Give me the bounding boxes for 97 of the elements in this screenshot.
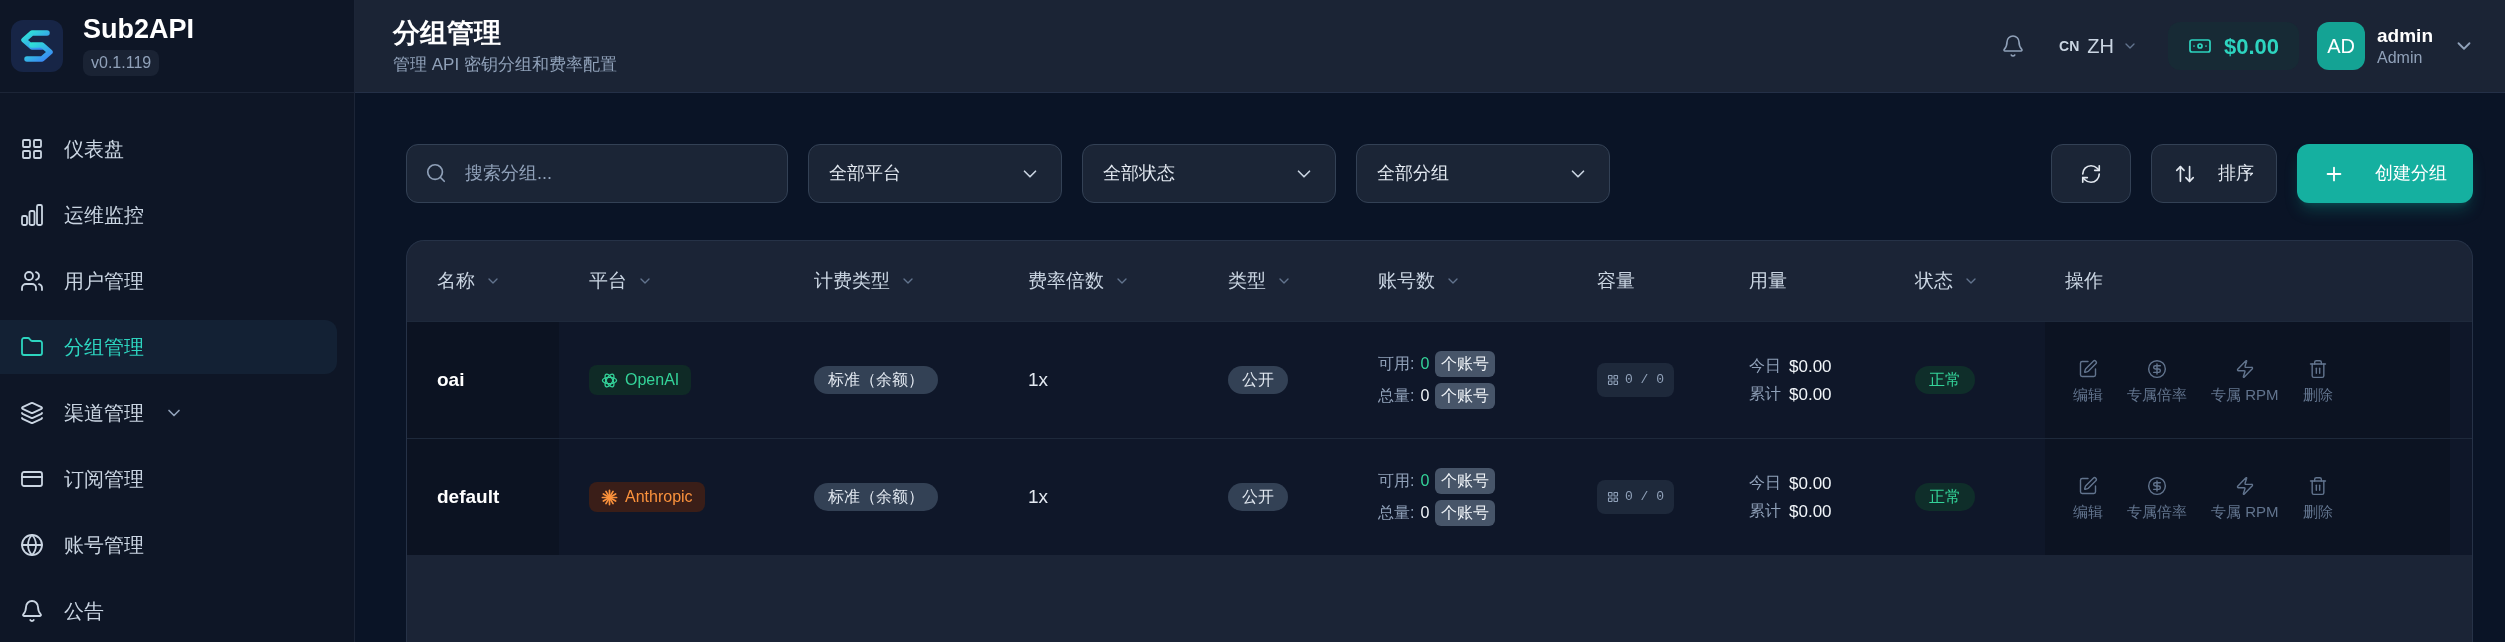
sidebar-item[interactable]: 用户管理 <box>0 254 337 308</box>
column-header[interactable]: 类型 <box>1228 266 1292 296</box>
account-label: 可用: <box>1378 356 1415 372</box>
account-count: 0 <box>1420 473 1430 489</box>
visibility-tag: 公开 <box>1228 483 1288 511</box>
grid-icon <box>1607 374 1619 386</box>
usage-label: 今日 <box>1749 475 1781 491</box>
billing-type-tag: 标准（余额） <box>814 483 938 511</box>
status-tag: 正常 <box>1915 366 1975 394</box>
sidebar-item[interactable]: 账号管理 <box>0 518 337 572</box>
sort-button[interactable]: 排序 <box>2151 144 2277 203</box>
column-header[interactable]: 平台 <box>589 266 653 296</box>
bell-icon <box>20 599 44 623</box>
balance-display[interactable]: $0.00 <box>2168 22 2300 70</box>
users-icon <box>20 269 44 293</box>
version-tag: v0.1.119 <box>83 50 160 76</box>
column-header[interactable]: 费率倍数 <box>1028 266 1130 296</box>
edit-button[interactable]: 编辑 <box>2073 475 2103 519</box>
trash-icon <box>2307 358 2328 379</box>
unit-tag: 个账号 <box>1435 468 1496 494</box>
column-header: 操作 <box>2065 268 2103 293</box>
account-count: 0 <box>1420 505 1430 521</box>
column-header: 用量 <box>1749 268 1787 293</box>
rate-button[interactable]: 专属倍率 <box>2127 475 2187 519</box>
lightning-icon <box>2234 358 2255 379</box>
capacity-value: 0 / 0 <box>1625 488 1664 507</box>
sidebar-item[interactable]: 仪表盘 <box>0 122 337 176</box>
filter-dropdown[interactable]: 全部平台 <box>808 144 1062 203</box>
filter-dropdown[interactable]: 全部状态 <box>1082 144 1336 203</box>
usage-value: $0.00 <box>1789 385 1832 403</box>
account-count: 0 <box>1420 356 1430 372</box>
bar-chart-icon <box>20 203 44 227</box>
rosette-icon <box>601 371 618 389</box>
column-header[interactable]: 状态 <box>1915 266 1979 296</box>
sidebar-item[interactable]: 订阅管理 <box>0 452 337 506</box>
rpm-button[interactable]: 专属 RPM <box>2211 475 2279 519</box>
platform-label: OpenAI <box>625 372 680 388</box>
usage-label: 今日 <box>1749 358 1781 374</box>
status-tag: 正常 <box>1915 483 1975 511</box>
layers-icon <box>20 401 44 425</box>
sidebar-item[interactable]: 公告 <box>0 584 337 638</box>
name-cell: oai <box>407 322 559 438</box>
sidebar-item[interactable]: 分组管理 <box>0 320 337 374</box>
rate-text: 1x <box>1028 484 1049 509</box>
usage-value: $0.00 <box>1789 357 1832 375</box>
search-icon <box>425 162 447 184</box>
delete-button[interactable]: 删除 <box>2302 475 2333 519</box>
refresh-icon <box>2080 162 2102 185</box>
account-label: 总量: <box>1378 388 1415 404</box>
rpm-button[interactable]: 专属 RPM <box>2211 358 2279 402</box>
name-cell: default <box>407 439 559 555</box>
sidebar-item[interactable]: 运维监控 <box>0 188 337 242</box>
grid-icon <box>20 137 44 161</box>
unit-tag: 个账号 <box>1435 500 1496 526</box>
edit-button[interactable]: 编辑 <box>2073 358 2103 402</box>
column-header[interactable]: 名称 <box>437 266 501 296</box>
column-header[interactable]: 计费类型 <box>814 266 916 296</box>
dollar-icon <box>2147 358 2167 379</box>
search-field[interactable]: 搜索分组... <box>406 144 788 203</box>
starburst-icon <box>601 488 618 506</box>
user-role: Admin <box>2377 47 2424 68</box>
lightning-icon <box>2234 475 2255 496</box>
platform-label: Anthropic <box>625 489 693 505</box>
folder-icon <box>20 335 44 359</box>
rate-text: 1x <box>1028 367 1049 392</box>
column-header: 容量 <box>1597 268 1635 293</box>
pen-icon <box>2078 358 2098 379</box>
unit-tag: 个账号 <box>1435 351 1496 377</box>
globe-icon <box>20 533 44 557</box>
account-count: 0 <box>1420 388 1430 404</box>
rate-button[interactable]: 专属倍率 <box>2127 358 2187 402</box>
usage-label: 累计 <box>1749 503 1781 519</box>
pen-icon <box>2078 475 2098 496</box>
usage-value: $0.00 <box>1789 502 1832 520</box>
page-title: 分组管理 <box>393 19 502 47</box>
visibility-tag: 公开 <box>1228 366 1288 394</box>
column-header[interactable]: 账号数 <box>1378 266 1461 296</box>
logo-icon <box>11 20 63 72</box>
brand-name: Sub2API <box>83 16 195 43</box>
usage-value: $0.00 <box>1789 474 1832 492</box>
sidebar-item[interactable]: 渠道管理 <box>0 386 337 440</box>
page-subtitle: 管理 API 密钥分组和费率配置 <box>393 55 617 73</box>
account-label: 总量: <box>1378 505 1415 521</box>
trash-icon <box>2307 475 2328 496</box>
language-selector[interactable]: CN ZH <box>2059 31 2138 61</box>
filter-dropdown[interactable]: 全部分组 <box>1356 144 1610 203</box>
grid-icon <box>1607 491 1619 503</box>
billing-type-tag: 标准（余额） <box>814 366 938 394</box>
dollar-icon <box>2147 475 2167 496</box>
delete-button[interactable]: 删除 <box>2302 358 2333 402</box>
capacity-value: 0 / 0 <box>1625 371 1664 390</box>
account-label: 可用: <box>1378 473 1415 489</box>
unit-tag: 个账号 <box>1435 383 1496 409</box>
refresh-button[interactable] <box>2051 144 2131 203</box>
usage-label: 累计 <box>1749 386 1781 402</box>
bell-icon <box>2001 34 2026 58</box>
user-name: admin <box>2377 24 2433 48</box>
